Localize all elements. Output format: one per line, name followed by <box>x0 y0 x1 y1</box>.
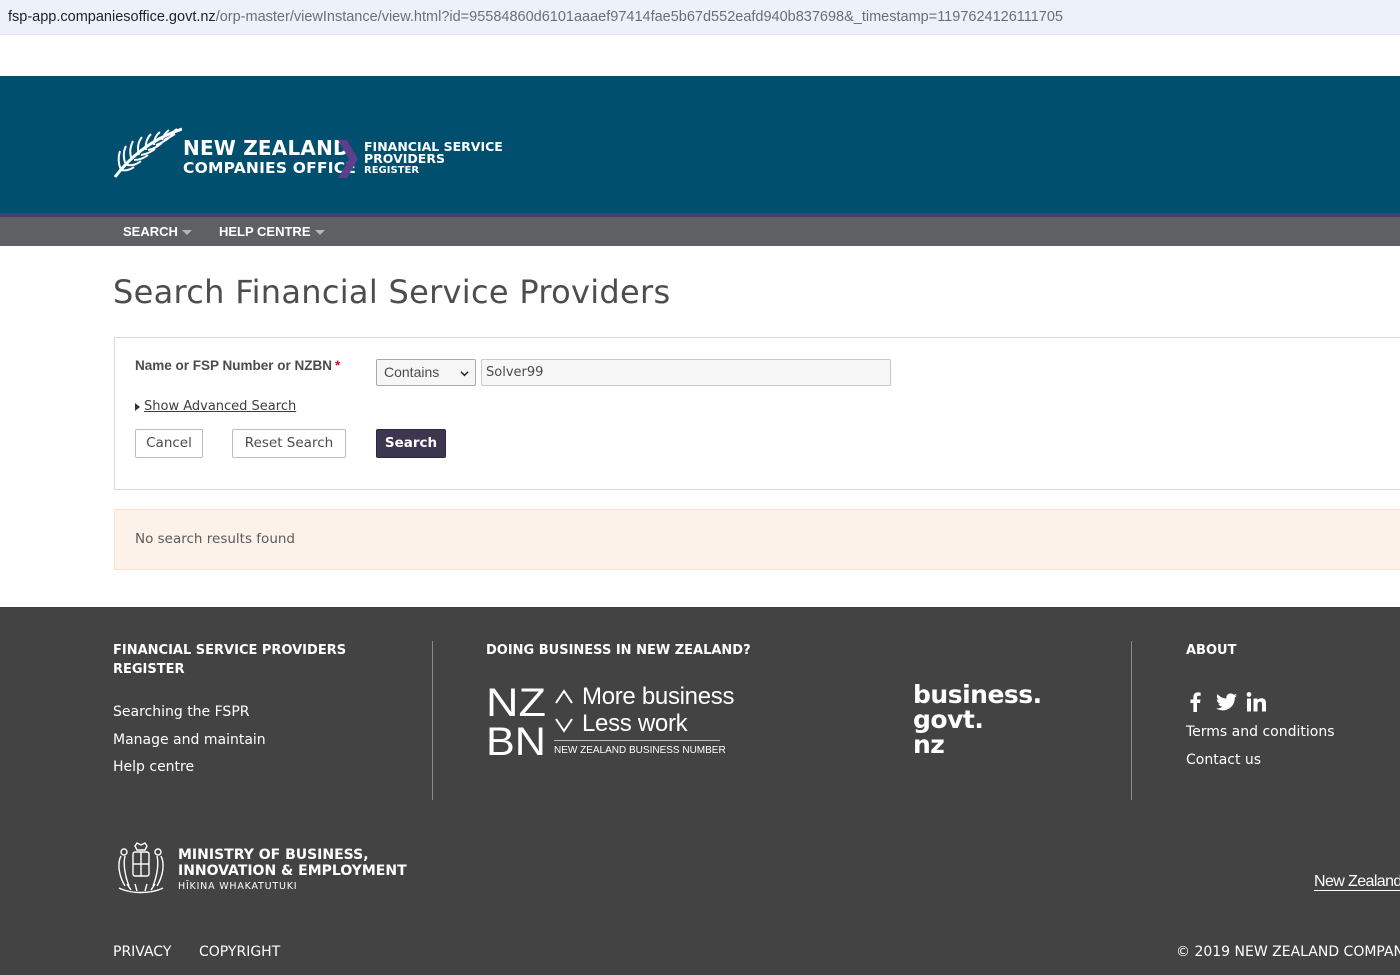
footer-doing-business-heading: DOING BUSINESS IN NEW ZEALAND? <box>486 643 751 658</box>
page-title: Search Financial Service Providers <box>113 273 671 311</box>
footer-link-contact[interactable]: Contact us <box>1186 752 1261 768</box>
nzbn-tagline-more-business: More business <box>582 683 735 710</box>
footer-divider <box>1131 641 1132 800</box>
bgn-line3: nz <box>913 730 945 759</box>
register-line3: REGISTER <box>364 165 420 176</box>
nzbn-divider-line <box>554 740 720 741</box>
brand-line1: NEW ZEALAND <box>183 136 350 160</box>
nzbn-letters-mark: NZ BN <box>486 683 546 757</box>
name-field-label: Name or FSP Number or NZBN * <box>135 358 340 373</box>
reset-search-button[interactable]: Reset Search <box>232 429 346 458</box>
footer-link-searching-fspr[interactable]: Searching the FSPR <box>113 704 250 720</box>
no-results-message: No search results found <box>135 531 295 547</box>
nzbn-letters-top: NZ <box>486 683 546 725</box>
url-path: /orp-master/viewInstance/view.html?id=95… <box>215 9 1063 25</box>
match-type-select[interactable]: Contains <box>376 359 476 386</box>
show-advanced-search-label: Show Advanced Search <box>144 399 297 414</box>
caret-down-icon <box>314 230 325 236</box>
nzbn-letters-bottom: BN <box>486 720 546 757</box>
cancel-button[interactable]: Cancel <box>135 429 203 458</box>
nav-help-centre-label: HELP CENTRE <box>219 224 311 239</box>
main-nav: SEARCH HELP CENTRE <box>0 217 1400 246</box>
triangle-right-icon <box>135 402 140 411</box>
caret-down-icon <box>181 230 192 236</box>
copyright-notice: © 2019 NEW ZEALAND COMPANIES OFFICE <box>1176 944 1400 960</box>
nzbn-caption: NEW ZEALAND BUSINESS NUMBER <box>554 745 726 756</box>
footer-link-help-centre[interactable]: Help centre <box>113 759 194 775</box>
nz-coat-of-arms-icon <box>118 842 164 894</box>
site-footer: FINANCIAL SERVICE PROVIDERS REGISTER Sea… <box>0 607 1400 975</box>
companies-office-logo[interactable]: NEW ZEALAND COMPANIES OFFICE FINANCIAL S… <box>112 125 512 183</box>
chevron-down-icon <box>460 371 469 377</box>
search-form-panel: Name or FSP Number or NZBN* Contains Sho… <box>114 337 1400 490</box>
nav-search-label: SEARCH <box>123 224 178 239</box>
footer-about-heading: ABOUT <box>1186 643 1237 658</box>
up-down-chevrons-icon <box>555 689 573 733</box>
footer-fspr-heading-line2: REGISTER <box>113 662 185 677</box>
footer-fspr-heading-line1: FINANCIAL SERVICE PROVIDERS <box>113 643 347 658</box>
match-type-selected: Contains <box>384 364 440 380</box>
nav-search[interactable]: SEARCH <box>123 217 192 246</box>
footer-fspr-heading: FINANCIAL SERVICE PROVIDERS REGISTER <box>113 641 346 679</box>
footer-link-manage-maintain[interactable]: Manage and maintain <box>113 732 266 748</box>
brand-line2: COMPANIES OFFICE <box>183 159 357 177</box>
footer-link-terms[interactable]: Terms and conditions <box>1186 724 1335 740</box>
mbie-logo[interactable]: MINISTRY OF BUSINESS, INNOVATION & EMPLO… <box>113 842 413 898</box>
chevron-right-icon <box>338 140 358 178</box>
mbie-line2: INNOVATION & EMPLOYMENT <box>178 863 407 879</box>
register-line2: PROVIDERS <box>364 151 445 166</box>
footer-copyright-link[interactable]: COPYRIGHT <box>199 944 280 960</box>
url-host: fsp-app.companiesoffice.govt.nz <box>8 9 216 25</box>
search-button[interactable]: Search <box>376 429 446 458</box>
business-govt-nz-logo[interactable]: business. govt. nz <box>913 682 1042 757</box>
bgn-line1: business. <box>913 680 1042 709</box>
footer-privacy-link[interactable]: PRIVACY <box>113 944 171 960</box>
name-field-label-text: Name or FSP Number or NZBN <box>135 358 333 373</box>
linkedin-icon[interactable] <box>1246 692 1267 712</box>
required-marker: * <box>335 358 341 373</box>
show-advanced-search-link[interactable]: Show Advanced Search <box>135 399 296 414</box>
nav-help-centre[interactable]: HELP CENTRE <box>219 217 325 246</box>
search-input[interactable] <box>481 359 891 386</box>
nzbn-logo[interactable]: NZ BN More business Less work NEW ZEALAN… <box>486 683 734 759</box>
footer-divider <box>432 641 433 800</box>
mbie-line3: HĪKINA WHAKATUTUKI <box>178 881 298 892</box>
new-zealand-government-logo[interactable]: New Zealand <box>1314 873 1400 891</box>
search-results-message-box: No search results found <box>114 509 1400 570</box>
mbie-line1: MINISTRY OF BUSINESS, <box>178 847 369 863</box>
bgn-line2: govt. <box>913 705 984 734</box>
facebook-icon[interactable] <box>1189 692 1201 712</box>
twitter-icon[interactable] <box>1216 692 1237 712</box>
silver-fern-icon <box>113 127 182 178</box>
address-bar[interactable]: fsp-app.companiesoffice.govt.nz/orp-mast… <box>0 0 1400 35</box>
nzbn-tagline-less-work: Less work <box>582 710 688 737</box>
